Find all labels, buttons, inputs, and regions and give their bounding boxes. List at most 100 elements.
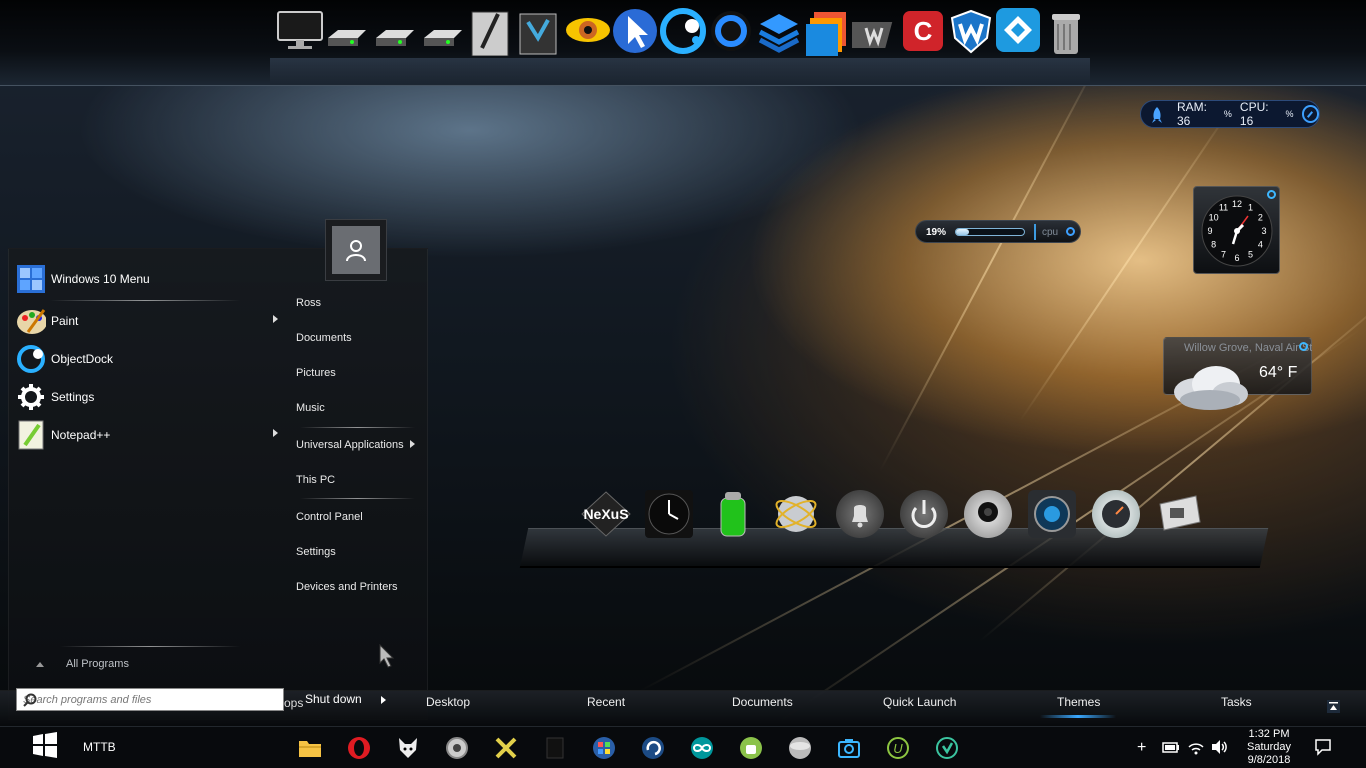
arduino-icon[interactable] xyxy=(689,735,715,761)
collapse-toolbar-icon[interactable] xyxy=(1327,700,1340,713)
user-link-pictures[interactable]: Pictures xyxy=(296,367,336,379)
windows7-icon[interactable] xyxy=(591,735,617,761)
layers-icon[interactable] xyxy=(756,8,800,53)
bottom-tab-recent[interactable]: Recent xyxy=(587,695,625,709)
shield-icon[interactable] xyxy=(934,735,960,761)
svg-text:C: C xyxy=(914,16,933,46)
globe-icon[interactable] xyxy=(772,490,820,538)
objectdock-icon[interactable] xyxy=(660,8,706,54)
submenu-arrow-icon xyxy=(273,429,278,437)
bell-icon[interactable] xyxy=(836,490,884,538)
bottom-tab-quick-launch[interactable]: Quick Launch xyxy=(883,695,956,709)
start-item-notepadpp[interactable]: Notepad++ xyxy=(8,418,278,452)
shield-w-icon[interactable] xyxy=(948,8,992,54)
cpu-unit: % xyxy=(1285,109,1294,119)
user-link-settings[interactable]: Settings xyxy=(296,546,336,558)
wp-icon[interactable] xyxy=(843,8,896,52)
notifications-icon[interactable] xyxy=(1314,738,1332,759)
crossed-tools-icon[interactable] xyxy=(493,735,519,761)
cpu-meter-track xyxy=(955,228,1025,236)
notebook-icon[interactable] xyxy=(468,8,512,57)
volume-icon[interactable] xyxy=(1210,739,1228,758)
windows-start-icon[interactable] xyxy=(30,730,60,763)
user-link-this-pc[interactable]: This PC xyxy=(296,474,335,486)
monitor-icon[interactable] xyxy=(276,8,323,52)
settings-dot-icon[interactable] xyxy=(1299,342,1308,351)
user-link-control-panel[interactable]: Control Panel xyxy=(296,511,363,523)
circle-icon[interactable] xyxy=(708,8,752,52)
disk-icon[interactable] xyxy=(787,735,813,761)
start-item-paint[interactable]: Paint xyxy=(8,304,278,338)
kodi-icon[interactable] xyxy=(996,8,1040,52)
trash-icon[interactable] xyxy=(1044,8,1088,54)
rocket-icon[interactable] xyxy=(1149,106,1165,123)
eye-icon[interactable] xyxy=(564,8,610,52)
cursor-icon[interactable] xyxy=(612,8,657,53)
start-item-windows-10-menu[interactable]: Windows 10 Menu xyxy=(8,262,278,296)
camera-lens-icon[interactable] xyxy=(1028,490,1076,538)
recycle-icon[interactable] xyxy=(516,8,560,55)
clock-number: 7 xyxy=(1221,249,1226,259)
uplay-icon[interactable]: U xyxy=(885,735,911,761)
android-icon[interactable] xyxy=(738,735,764,761)
drive-icon[interactable] xyxy=(324,8,368,52)
bottom-tab-desktop[interactable]: Desktop xyxy=(426,695,470,709)
clock-number: 6 xyxy=(1234,253,1239,263)
menu-separator xyxy=(300,427,415,428)
user-link-devices-and-printers[interactable]: Devices and Printers xyxy=(296,581,398,593)
wifi-icon[interactable] xyxy=(1187,739,1205,758)
clock-icon[interactable] xyxy=(645,490,693,538)
user-link-universal-applications[interactable]: Universal Applications xyxy=(296,439,404,451)
drive-icon[interactable] xyxy=(420,8,464,52)
taskbar-clock[interactable]: 1:32 PM Saturday 9/8/2018 xyxy=(1238,728,1300,767)
active-tab-indicator xyxy=(1040,715,1116,718)
drive-icon[interactable] xyxy=(372,8,416,52)
battery-icon[interactable] xyxy=(709,490,757,538)
settings-dot-icon[interactable] xyxy=(1066,227,1075,236)
battery-tray-icon[interactable] xyxy=(1162,741,1180,756)
triangle-up-icon xyxy=(36,661,44,667)
file-explorer-icon[interactable] xyxy=(297,735,323,761)
disc-icon[interactable] xyxy=(444,735,470,761)
plus-icon[interactable]: + xyxy=(1137,739,1146,757)
clock-number: 11 xyxy=(1219,203,1228,213)
clock-number: 3 xyxy=(1261,226,1266,236)
user-avatar[interactable] xyxy=(325,219,387,281)
all-programs-button[interactable]: All Programs xyxy=(36,658,129,670)
gauge-icon[interactable] xyxy=(1301,105,1319,123)
bottom-tab-documents[interactable]: Documents xyxy=(732,695,793,709)
cpu-meter-caption: cpu xyxy=(1042,227,1059,238)
shutdown-options-arrow-icon[interactable] xyxy=(381,696,386,704)
clock-time: 1:32 PM xyxy=(1248,728,1290,740)
user-link-documents[interactable]: Documents xyxy=(296,332,352,344)
bottom-tab-tasks[interactable]: Tasks xyxy=(1221,695,1252,709)
clock-number: 12 xyxy=(1232,199,1242,209)
speedometer-icon[interactable] xyxy=(1092,490,1140,538)
windows-10-menu-icon xyxy=(16,264,46,294)
cpu-meter-value: 19% xyxy=(926,227,947,238)
ccleaner-icon[interactable]: C xyxy=(900,8,944,52)
user-link-music[interactable]: Music xyxy=(296,402,325,414)
search-input[interactable]: Search programs and files xyxy=(16,688,284,711)
user-link-ross[interactable]: Ross xyxy=(296,297,321,309)
taskbar-label[interactable]: MTTB xyxy=(83,740,116,754)
shutdown-button[interactable]: Shut down xyxy=(305,692,362,706)
camera-icon[interactable] xyxy=(836,735,862,761)
weather-widget: Willow Grove, Naval Air St 64° F xyxy=(1163,337,1312,410)
bottom-tab-themes[interactable]: Themes xyxy=(1057,695,1100,709)
opera-icon[interactable] xyxy=(346,735,372,761)
start-item-objectdock[interactable]: ObjectDock xyxy=(8,342,278,376)
search-icon[interactable] xyxy=(23,693,279,710)
power-icon[interactable] xyxy=(900,490,948,538)
drive-icon[interactable] xyxy=(1156,490,1204,538)
windows-icon[interactable] xyxy=(804,8,848,56)
reload-icon[interactable] xyxy=(640,735,666,761)
cpu-meter-widget: 19% cpu xyxy=(915,220,1081,243)
clock-number: 1 xyxy=(1248,203,1253,213)
nexus-logo-icon[interactable]: NeXuS xyxy=(580,490,632,538)
fox-icon[interactable] xyxy=(395,735,421,761)
notepad-icon[interactable] xyxy=(542,735,568,761)
webcam-icon[interactable] xyxy=(964,490,1012,538)
clock-number: 9 xyxy=(1207,226,1212,236)
start-item-settings[interactable]: Settings xyxy=(8,380,278,414)
